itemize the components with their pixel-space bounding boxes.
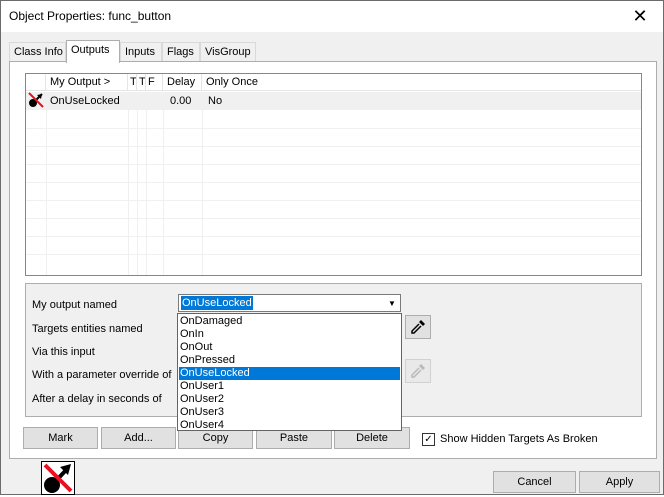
column-parameter[interactable]: F	[146, 74, 163, 91]
grid-line	[26, 182, 641, 183]
tab-class-info[interactable]: Class Info	[9, 42, 66, 62]
outputs-list[interactable]: My Output > T T F Delay Only Once OnUseL…	[25, 73, 642, 276]
dropdown-option[interactable]: OnUser4	[179, 419, 400, 432]
column-delay[interactable]: Delay	[163, 74, 202, 91]
tab-inputs[interactable]: Inputs	[120, 42, 162, 62]
close-icon: ✕	[632, 6, 648, 26]
grid-line	[202, 110, 203, 275]
targets-label: Targets entities named	[32, 323, 143, 335]
grid-line	[137, 110, 138, 275]
tab-visgroup[interactable]: VisGroup	[200, 42, 256, 62]
output-named-label: My output named	[32, 299, 117, 311]
dropdown-option[interactable]: OnPressed	[179, 354, 400, 367]
grid-line	[26, 128, 641, 129]
show-hidden-label[interactable]: Show Hidden Targets As Broken	[440, 433, 598, 445]
grid-line	[128, 110, 129, 275]
grid-line	[163, 110, 164, 275]
dropdown-option[interactable]: OnUser1	[179, 380, 400, 393]
grid-line	[26, 218, 641, 219]
column-icon[interactable]	[26, 74, 46, 91]
object-properties-dialog: Object Properties: func_button ✕ Class I…	[0, 0, 664, 495]
column-target-input[interactable]: T	[137, 74, 146, 91]
grid-line	[146, 110, 147, 275]
column-only-once[interactable]: Only Once	[202, 74, 641, 91]
dropdown-option[interactable]: OnOut	[179, 341, 400, 354]
pick-parameter-button[interactable]	[405, 359, 431, 383]
row-only-once-cell: No	[208, 95, 223, 107]
broken-output-icon	[43, 463, 73, 493]
grid-line	[26, 146, 641, 147]
grid-line	[26, 254, 641, 255]
broken-output-icon	[26, 92, 46, 110]
outputs-list-header: My Output > T T F Delay Only Once	[26, 74, 641, 91]
tab-outputs[interactable]: Outputs	[66, 40, 120, 63]
window-title: Object Properties: func_button	[9, 9, 172, 23]
parameter-label: With a parameter override of	[32, 369, 172, 381]
dropdown-option-selected[interactable]: OnUseLocked	[179, 367, 400, 380]
grid-line	[26, 236, 641, 237]
table-row[interactable]: OnUseLocked 0.00 No	[26, 92, 641, 110]
close-button[interactable]: ✕	[617, 1, 663, 32]
row-output-cell: OnUseLocked	[50, 95, 120, 107]
chevron-down-icon[interactable]: ▼	[384, 295, 400, 311]
output-dropdown-list[interactable]: OnDamaged OnIn OnOut OnPressed OnUseLock…	[177, 313, 402, 431]
via-input-label: Via this input	[32, 346, 95, 358]
entity-status-icon	[41, 461, 75, 495]
column-my-output[interactable]: My Output >	[46, 74, 128, 91]
pick-target-button[interactable]	[405, 315, 431, 339]
tab-flags[interactable]: Flags	[162, 42, 200, 62]
grid-line	[26, 200, 641, 201]
grid-line	[26, 164, 641, 165]
title-bar: Object Properties: func_button ✕	[1, 1, 663, 32]
column-target[interactable]: T	[128, 74, 137, 91]
add-button[interactable]: Add...	[101, 427, 176, 449]
delay-label: After a delay in seconds of	[32, 393, 162, 405]
eyedropper-icon	[411, 364, 425, 378]
cancel-button[interactable]: Cancel	[493, 471, 576, 493]
grid-line	[46, 110, 47, 275]
dropdown-option[interactable]: OnIn	[179, 328, 400, 341]
mark-button[interactable]: Mark	[23, 427, 98, 449]
output-named-value: OnUseLocked	[181, 296, 253, 310]
row-delay-cell: 0.00	[170, 95, 192, 107]
show-hidden-checkbox[interactable]: ✓	[422, 433, 435, 446]
output-named-combo[interactable]: OnUseLocked ▼	[178, 294, 401, 312]
dropdown-option[interactable]: OnUser3	[179, 406, 400, 419]
eyedropper-icon	[411, 320, 425, 334]
apply-button[interactable]: Apply	[579, 471, 660, 493]
dropdown-option[interactable]: OnUser2	[179, 393, 400, 406]
dropdown-option[interactable]: OnDamaged	[179, 315, 400, 328]
